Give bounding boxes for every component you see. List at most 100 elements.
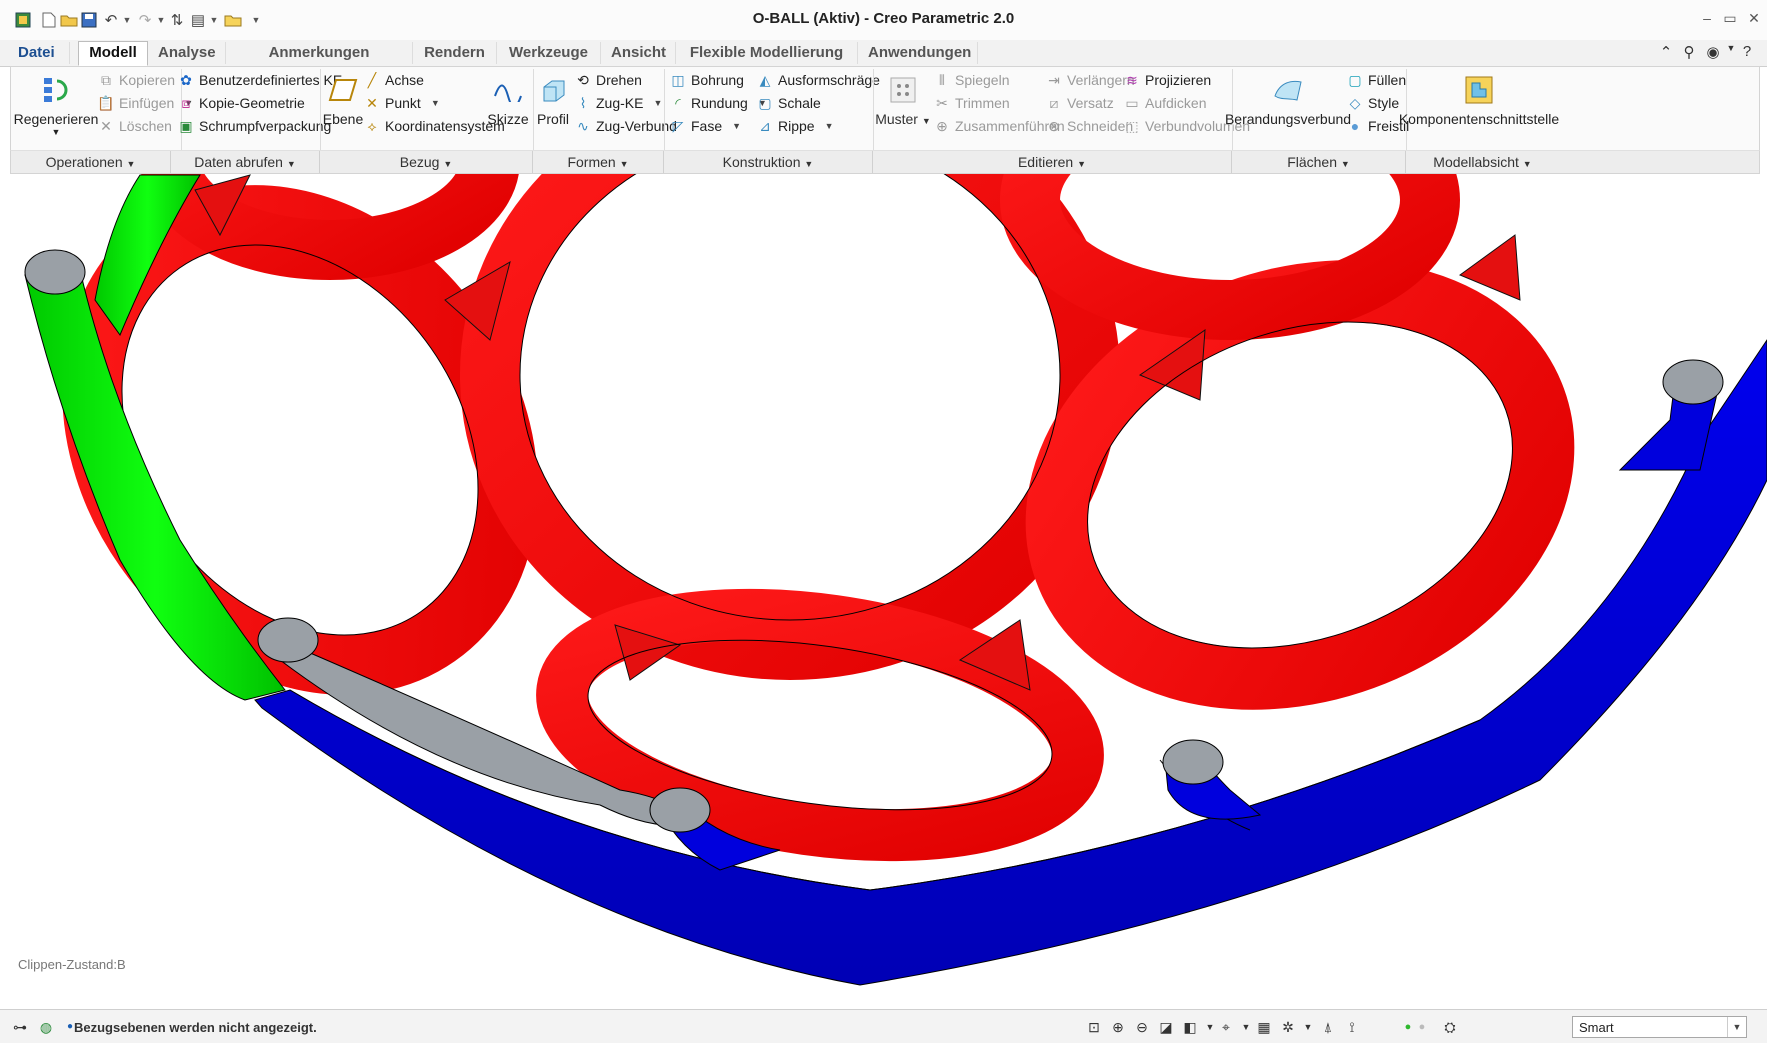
punkt-button[interactable]: ✕ Punkt ▼ <box>363 92 440 114</box>
close-icon[interactable]: ✕ <box>1744 10 1764 28</box>
sweep-icon: ⌇ <box>579 94 587 111</box>
saved-orientations-icon[interactable]: ⌖ <box>1216 1017 1236 1037</box>
trimmen-button[interactable]: ✂ Trimmen <box>933 92 1010 114</box>
group-editieren[interactable]: Editieren ▼ <box>873 151 1232 173</box>
group-daten-abrufen[interactable]: Daten abrufen ▼ <box>171 151 320 173</box>
tab-datei[interactable]: Datei ▼ <box>8 42 70 81</box>
collapse-ribbon-icon[interactable]: ⌃ <box>1657 43 1675 61</box>
model-tree-toggle-icon[interactable]: ⊶ <box>10 1017 30 1037</box>
datum-display-icon[interactable]: ✲ <box>1278 1017 1298 1037</box>
status-bar: ⊶ ◍ ● Bezugsebenen werden nicht angezeig… <box>0 1009 1767 1043</box>
projizieren-button[interactable]: ≋ Projizieren <box>1123 69 1211 91</box>
tab-analyse[interactable]: Analyse <box>148 42 226 64</box>
achse-button[interactable]: ╱ Achse <box>363 69 424 91</box>
schale-button[interactable]: ▢ Schale <box>756 92 820 114</box>
tab-werkzeuge[interactable]: Werkzeuge <box>497 42 601 64</box>
view-manager-icon[interactable]: ▦ <box>1254 1017 1274 1037</box>
rib-icon: ⊿ <box>759 117 771 134</box>
tab-anwendungen[interactable]: Anwendungen <box>858 42 978 64</box>
ribbon-separator <box>533 69 534 151</box>
tab-anmerkungen[interactable]: Anmerkungen erstellen <box>226 42 413 83</box>
regenerieren-button[interactable]: Regenerieren ▼ <box>14 67 98 137</box>
browser-toggle-icon[interactable]: ◍ <box>36 1017 56 1037</box>
profil-button[interactable]: Profil <box>535 67 571 127</box>
zug-verbund-button[interactable]: ∿ Zug-Verbund <box>574 115 677 137</box>
shell-icon: ▢ <box>758 94 772 111</box>
schrumpfverpackung-button[interactable]: ▣ Schrumpfverpackung <box>177 115 331 137</box>
rundung-button[interactable]: ◜ Rundung ▼ <box>669 92 766 114</box>
group-modellabsicht[interactable]: Modellabsicht ▼ <box>1406 151 1559 173</box>
selection-filter-select[interactable]: Smart ▼ <box>1572 1016 1747 1038</box>
display-style-icon[interactable]: ◧ <box>1180 1017 1200 1037</box>
merge-icon: ⊕ <box>936 117 948 134</box>
bohrung-button[interactable]: ◫ Bohrung <box>669 69 744 91</box>
ribbon-separator <box>664 69 665 151</box>
zoom-out-icon[interactable]: ⊖ <box>1132 1017 1152 1037</box>
komponentenschnittstelle-button[interactable]: Komponentenschnittstelle <box>1399 67 1559 127</box>
annotation-display-icon[interactable]: ⍋ <box>1318 1017 1338 1037</box>
copy-geometry-icon: ⧈ <box>181 94 191 111</box>
group-konstruktion[interactable]: Konstruktion ▼ <box>664 151 873 173</box>
tab-modell[interactable]: Modell <box>78 41 148 66</box>
coordinate-system-icon: ⟡ <box>367 117 377 134</box>
message-bullet-icon: ● <box>66 1021 74 1032</box>
hole-icon: ◫ <box>671 71 685 88</box>
skizze-button[interactable]: Skizze <box>487 67 529 127</box>
delete-icon: ✕ <box>100 117 112 134</box>
fuellen-button[interactable]: ▢ Füllen <box>1346 69 1406 91</box>
mirror-icon: ⫴ <box>939 71 945 88</box>
ebene-button[interactable]: Ebene <box>323 67 363 127</box>
kopie-geometrie-button[interactable]: ⧈ Kopie-Geometrie <box>177 92 305 114</box>
style-icon: ◇ <box>1349 94 1361 111</box>
find-icon[interactable]: ⛭ <box>1440 1017 1460 1037</box>
extrude-icon <box>536 73 570 107</box>
aufdicken-button[interactable]: ▭ Aufdicken <box>1123 92 1206 114</box>
pattern-icon <box>886 73 920 107</box>
group-flaechen[interactable]: Flächen ▼ <box>1232 151 1406 173</box>
kopieren-button[interactable]: ⧉ Kopieren <box>97 69 175 91</box>
help-icon[interactable]: ? <box>1738 43 1756 61</box>
axis-icon: ╱ <box>367 71 377 88</box>
datum-display-dropdown-icon[interactable]: ▼ <box>1298 1017 1318 1037</box>
muster-button[interactable]: Muster ▼ <box>875 67 931 127</box>
zoom-in-icon[interactable]: ⊕ <box>1108 1017 1128 1037</box>
verlaengern-button[interactable]: ⇥ Verlängern <box>1045 69 1135 91</box>
sketch-icon <box>491 73 525 107</box>
group-operationen[interactable]: Operationen ▼ <box>11 151 171 173</box>
tab-flexible-modellierung[interactable]: Flexible Modellierung <box>676 42 858 64</box>
tab-rendern[interactable]: Rendern <box>413 42 497 64</box>
graphics-viewport[interactable] <box>0 174 1767 1007</box>
shrinkwrap-icon: ▣ <box>179 117 193 134</box>
group-formen[interactable]: Formen ▼ <box>533 151 664 173</box>
spin-center-icon[interactable]: ⟟ <box>1342 1017 1362 1037</box>
berandungsverbund-button[interactable]: Berandungsverbund <box>1225 67 1351 127</box>
benutzerdefiniertes-ke-button[interactable]: ✿ Benutzerdefiniertes KE <box>177 69 342 91</box>
chevron-down-icon: ▼ <box>1727 1017 1746 1037</box>
saved-orientations-dropdown-icon[interactable]: ▼ <box>1236 1017 1256 1037</box>
zug-ke-button[interactable]: ⌇ Zug-KE ▼ <box>574 92 663 114</box>
community-icon[interactable]: ◉ <box>1704 43 1722 61</box>
rippe-button[interactable]: ⊿ Rippe ▼ <box>756 115 833 137</box>
style-button[interactable]: ◇ Style <box>1346 92 1400 114</box>
schneiden-button[interactable]: ⊗ Schneiden <box>1045 115 1133 137</box>
udf-icon: ✿ <box>180 71 192 88</box>
fase-button[interactable]: ◸ Fase ▼ <box>669 115 741 137</box>
offset-icon: ⧄ <box>1049 94 1059 111</box>
minimize-icon[interactable]: – <box>1697 10 1717 28</box>
creo-app-window: ↶ ▼ ↷ ▼ ⇅ ▤ ▼ ▼ O-BALL (Aktiv) - Creo Pa… <box>0 0 1767 1043</box>
spiegeln-button[interactable]: ⫴ Spiegeln <box>933 69 1009 91</box>
koordinatensystem-button[interactable]: ⟡ Koordinatensystem <box>363 115 504 137</box>
paste-icon: 📋 <box>97 94 115 111</box>
drehen-button[interactable]: ⟲ Drehen <box>574 69 642 91</box>
tab-ansicht[interactable]: Ansicht <box>601 42 676 64</box>
refit-icon[interactable]: ⊡ <box>1084 1017 1104 1037</box>
maximize-icon[interactable]: ▭ <box>1720 10 1740 28</box>
fill-icon: ▢ <box>1348 71 1362 88</box>
group-bezug[interactable]: Bezug ▼ <box>320 151 533 173</box>
ribbon-separator <box>1232 69 1233 151</box>
versatz-button[interactable]: ⧄ Versatz <box>1045 92 1114 114</box>
red-lattice <box>62 174 1575 862</box>
chamfer-icon: ◸ <box>672 117 684 134</box>
repaint-icon[interactable]: ◪ <box>1156 1017 1176 1037</box>
search-icon[interactable]: ⚲ <box>1680 43 1698 61</box>
